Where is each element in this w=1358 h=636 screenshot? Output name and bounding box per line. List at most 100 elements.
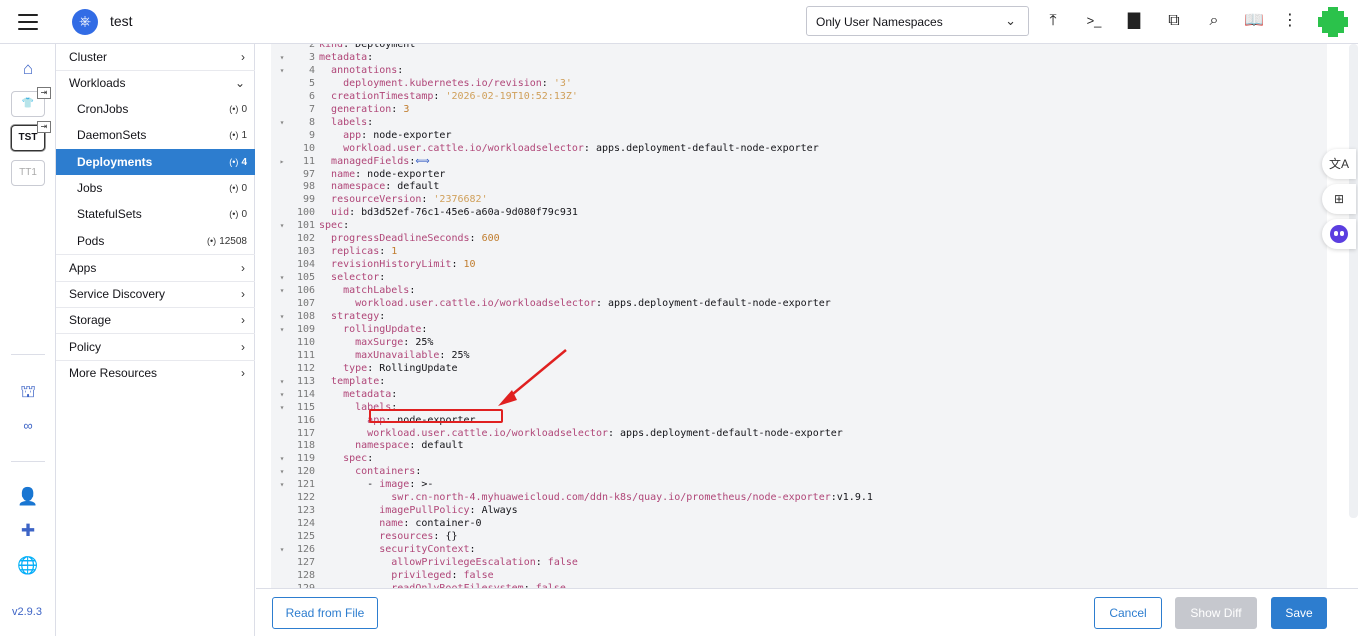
cluster-tile-tt1[interactable]: TT1 bbox=[11, 160, 45, 186]
kubectl-shell-icon[interactable]: >_ bbox=[1083, 10, 1105, 32]
yaml-line[interactable]: 2 kind: Deployment bbox=[271, 44, 1327, 51]
continuous-delivery-icon[interactable]: ∞ bbox=[16, 414, 40, 438]
nav-group-more-resources[interactable]: More Resources › bbox=[56, 360, 255, 386]
yaml-line[interactable]: 124 name: container-0 bbox=[271, 517, 1327, 530]
global-settings-globe-icon[interactable]: 🌐 bbox=[16, 554, 40, 578]
yaml-line[interactable]: 10 workload.user.cattle.io/workloadselec… bbox=[271, 142, 1327, 155]
yaml-line[interactable]: 102 progressDeadlineSeconds: 600 bbox=[271, 232, 1327, 245]
yaml-line[interactable]: 103 replicas: 1 bbox=[271, 245, 1327, 258]
nav-item-deployments[interactable]: Deployments (•) 4 bbox=[56, 149, 255, 175]
yaml-line[interactable]: ▾ 120 containers: bbox=[271, 465, 1327, 478]
yaml-line[interactable]: ▾ 105 selector: bbox=[271, 271, 1327, 284]
apps-grid-icon[interactable]: ⊞ bbox=[1322, 184, 1356, 214]
assistant-bot-icon[interactable] bbox=[1322, 219, 1356, 249]
namespace-filter-select[interactable]: Only User Namespaces ⌄ bbox=[806, 6, 1029, 36]
yaml-line[interactable]: 127 allowPrivilegeEscalation: false bbox=[271, 556, 1327, 569]
yaml-line[interactable]: 112 type: RollingUpdate bbox=[271, 362, 1327, 375]
menu-hamburger-icon[interactable] bbox=[18, 14, 38, 30]
fold-toggle-icon[interactable]: ▾ bbox=[271, 116, 293, 129]
user-avatar-icon[interactable] bbox=[1318, 7, 1348, 37]
fold-toggle-icon[interactable]: ▸ bbox=[271, 155, 293, 168]
yaml-line[interactable]: 98 namespace: default bbox=[271, 180, 1327, 193]
yaml-line[interactable]: 111 maxUnavailable: 25% bbox=[271, 349, 1327, 362]
nav-item-label: StatefulSets bbox=[77, 207, 142, 221]
translate-icon[interactable]: 文A bbox=[1322, 149, 1356, 179]
fold-toggle-icon[interactable]: ▾ bbox=[271, 478, 293, 491]
extensions-puzzle-icon[interactable]: ✚ bbox=[16, 519, 40, 543]
yaml-line[interactable]: 128 privileged: false bbox=[271, 569, 1327, 582]
fold-toggle-icon[interactable]: ▾ bbox=[271, 284, 293, 297]
yaml-line[interactable]: 122 swr.cn-north-4.myhuaweicloud.com/ddn… bbox=[271, 491, 1327, 504]
users-icon[interactable]: 👤 bbox=[16, 485, 40, 509]
nav-group-workloads[interactable]: Workloads ⌄ bbox=[56, 70, 255, 96]
yaml-line[interactable]: 104 revisionHistoryLimit: 10 bbox=[271, 258, 1327, 271]
yaml-line[interactable]: ▾ 121 - image: >- bbox=[271, 478, 1327, 491]
copy-kubeconfig-icon[interactable]: ⧉ bbox=[1163, 10, 1185, 32]
yaml-line[interactable]: ▸ 11 managedFields:⟺ bbox=[271, 155, 1327, 168]
yaml-line[interactable]: 97 name: node-exporter bbox=[271, 168, 1327, 181]
fold-toggle-icon[interactable]: ▾ bbox=[271, 388, 293, 401]
fold-toggle-icon[interactable]: ▾ bbox=[271, 375, 293, 388]
fold-toggle-icon[interactable]: ▾ bbox=[271, 465, 293, 478]
yaml-line[interactable]: 9 app: node-exporter bbox=[271, 129, 1327, 142]
yaml-line[interactable]: ▾ 8 labels: bbox=[271, 116, 1327, 129]
nav-group-policy[interactable]: Policy › bbox=[56, 334, 255, 360]
yaml-line[interactable]: ▾ 109 rollingUpdate: bbox=[271, 323, 1327, 336]
yaml-line[interactable]: 123 imagePullPolicy: Always bbox=[271, 504, 1327, 517]
nav-item-daemonsets[interactable]: DaemonSets (•) 1 bbox=[56, 122, 255, 148]
nav-item-cronjobs[interactable]: CronJobs (•) 0 bbox=[56, 96, 255, 122]
yaml-line[interactable]: 100 uid: bd3d52ef-76c1-45e6-a60a-9d080f7… bbox=[271, 206, 1327, 219]
yaml-line[interactable]: 5 deployment.kubernetes.io/revision: '3' bbox=[271, 77, 1327, 90]
yaml-line[interactable]: 107 workload.user.cattle.io/workloadsele… bbox=[271, 297, 1327, 310]
nav-group-apps[interactable]: Apps › bbox=[56, 255, 255, 281]
more-vertical-icon[interactable]: ⋮ bbox=[1279, 10, 1301, 32]
cluster-management-icon[interactable]: ⛫ bbox=[16, 380, 40, 404]
yaml-line[interactable]: ▾ 119 spec: bbox=[271, 452, 1327, 465]
yaml-line[interactable]: 7 generation: 3 bbox=[271, 103, 1327, 116]
home-icon[interactable]: ⌂ bbox=[16, 57, 40, 81]
yaml-line[interactable]: ▾ 106 matchLabels: bbox=[271, 284, 1327, 297]
nav-group-storage[interactable]: Storage › bbox=[56, 307, 255, 333]
yaml-line[interactable]: ▾ 126 securityContext: bbox=[271, 543, 1327, 556]
read-from-file-button[interactable]: Read from File bbox=[272, 597, 378, 629]
yaml-line[interactable]: ▾ 113 template: bbox=[271, 375, 1327, 388]
yaml-line[interactable]: ▾ 114 metadata: bbox=[271, 388, 1327, 401]
nav-group-service-discovery[interactable]: Service Discovery › bbox=[56, 281, 255, 307]
show-diff-button[interactable]: Show Diff bbox=[1175, 597, 1257, 629]
yaml-line[interactable]: ▾ 4 annotations: bbox=[271, 64, 1327, 77]
editor-scrollbar[interactable] bbox=[1349, 44, 1358, 518]
yaml-editor[interactable]: 2 kind: Deployment ▾ 3 metadata: ▾ 4 annotatio… bbox=[271, 44, 1327, 588]
yaml-code: workload.user.cattle.io/workloadselector… bbox=[367, 427, 843, 439]
fold-toggle-icon[interactable]: ▾ bbox=[271, 310, 293, 323]
yaml-line[interactable]: 117 workload.user.cattle.io/workloadsele… bbox=[271, 427, 1327, 440]
yaml-line[interactable]: 125 resources: {} bbox=[271, 530, 1327, 543]
upload-icon[interactable]: ⤒ bbox=[1042, 10, 1064, 32]
yaml-line[interactable]: 118 namespace: default bbox=[271, 439, 1327, 452]
yaml-line[interactable]: ▾ 3 metadata: bbox=[271, 51, 1327, 64]
nav-item-pods[interactable]: Pods (•) 12508 bbox=[56, 228, 255, 254]
search-icon[interactable]: ⌕ bbox=[1203, 10, 1225, 32]
pin-icon[interactable]: ⇥ bbox=[37, 121, 51, 133]
fold-toggle-icon[interactable]: ▾ bbox=[271, 219, 293, 232]
yaml-line[interactable]: ▾ 108 strategy: bbox=[271, 310, 1327, 323]
fold-toggle-icon[interactable]: ▾ bbox=[271, 271, 293, 284]
yaml-line[interactable]: 110 maxSurge: 25% bbox=[271, 336, 1327, 349]
yaml-line[interactable]: 6 creationTimestamp: '2026-02-19T10:52:1… bbox=[271, 90, 1327, 103]
rancher-version[interactable]: v2.9.3 bbox=[12, 606, 42, 618]
nav-item-jobs[interactable]: Jobs (•) 0 bbox=[56, 175, 255, 201]
kubeconfig-file-icon[interactable]: ▇ bbox=[1123, 10, 1145, 32]
yaml-line[interactable]: 99 resourceVersion: '2376682' bbox=[271, 193, 1327, 206]
fold-toggle-icon[interactable]: ▾ bbox=[271, 323, 293, 336]
nav-item-statefulsets[interactable]: StatefulSets (•) 0 bbox=[56, 201, 255, 227]
fold-toggle-icon[interactable]: ▾ bbox=[271, 452, 293, 465]
fold-toggle-icon[interactable]: ▾ bbox=[271, 51, 293, 64]
save-button[interactable]: Save bbox=[1271, 597, 1327, 629]
docs-book-icon[interactable]: 📖 bbox=[1243, 10, 1265, 32]
yaml-line[interactable]: ▾ 101 spec: bbox=[271, 219, 1327, 232]
fold-toggle-icon[interactable]: ▾ bbox=[271, 64, 293, 77]
fold-toggle-icon[interactable]: ▾ bbox=[271, 543, 293, 556]
fold-toggle-icon[interactable]: ▾ bbox=[271, 401, 293, 414]
pin-icon[interactable]: ⇥ bbox=[37, 87, 51, 99]
nav-group-cluster[interactable]: Cluster › bbox=[56, 44, 255, 70]
cancel-button[interactable]: Cancel bbox=[1094, 597, 1162, 629]
